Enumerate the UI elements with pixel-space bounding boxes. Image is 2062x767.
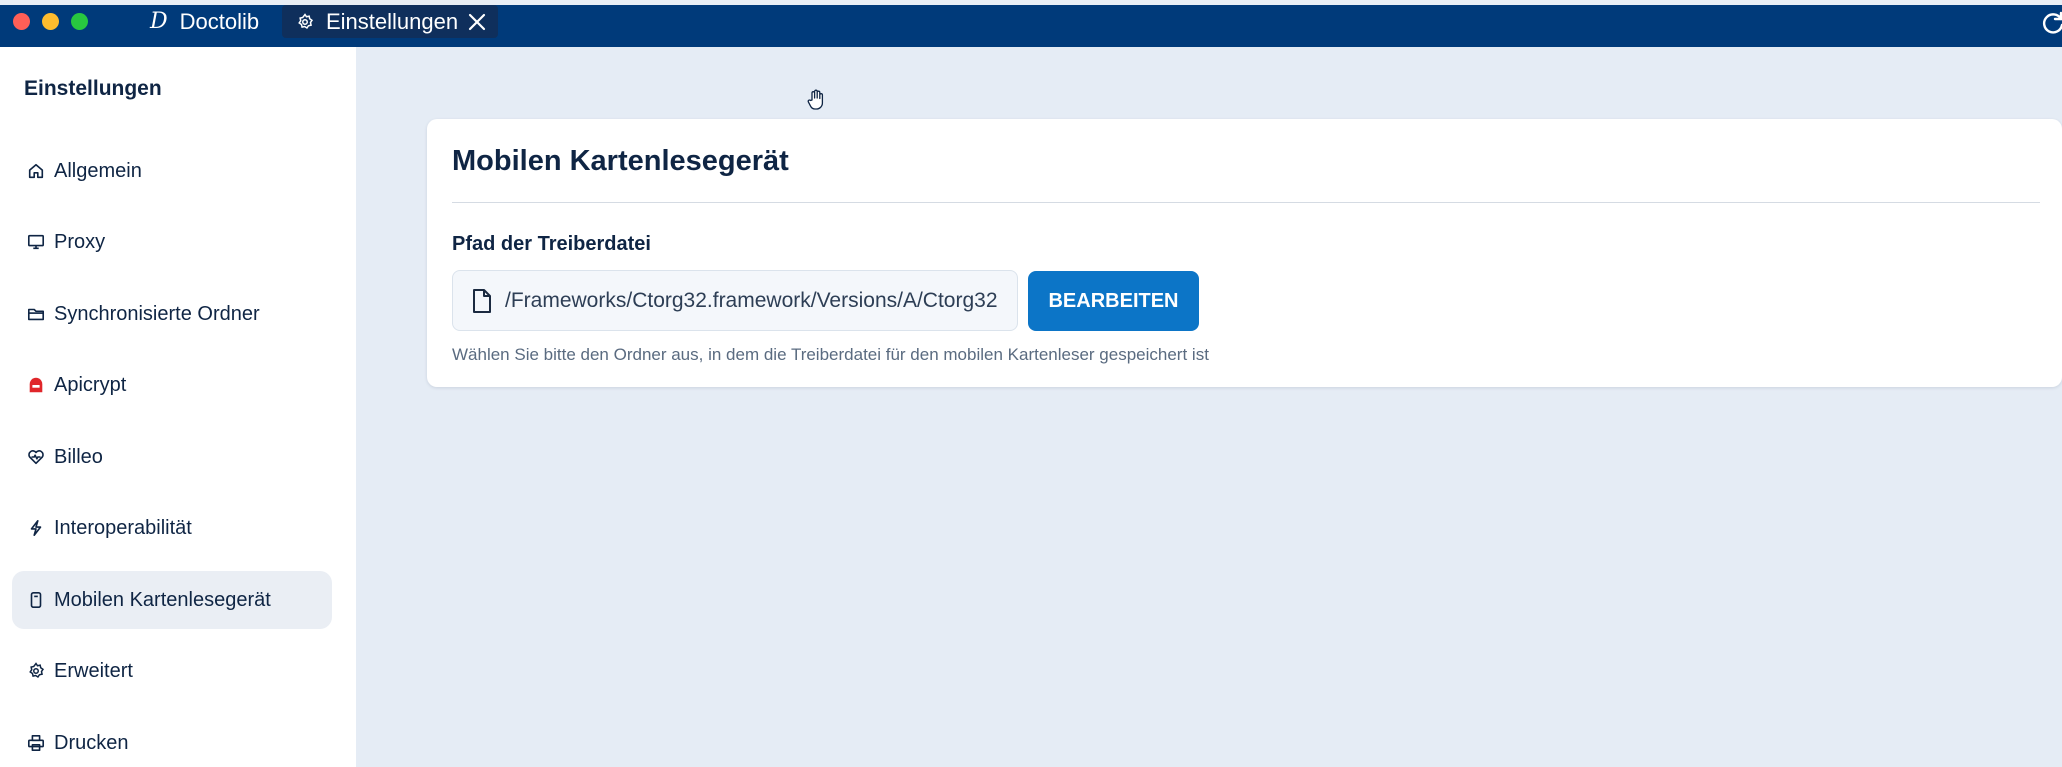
sidebar-item-label: Mobilen Kartenlesegerät xyxy=(54,588,271,611)
card-reader-icon xyxy=(26,590,46,610)
close-tab-icon[interactable] xyxy=(466,11,488,33)
sidebar-item-label: Allgemein xyxy=(54,159,142,182)
doctolib-logo-icon: D xyxy=(150,9,168,34)
page-title: Mobilen Kartenlesegerät xyxy=(452,145,789,177)
title-bar: D Doctolib Einstellungen xyxy=(0,0,2062,47)
gear-icon xyxy=(296,12,314,31)
main-content: Mobilen Kartenlesegerät Pfad der Treiber… xyxy=(356,47,2062,767)
lightning-icon xyxy=(26,518,46,538)
printer-icon xyxy=(26,733,46,753)
hand-cursor-icon xyxy=(806,89,826,111)
sidebar-item-label: Proxy xyxy=(54,230,106,253)
sidebar-item-label: Erweitert xyxy=(54,659,133,682)
sidebar-item-label: Billeo xyxy=(54,445,103,468)
reload-icon[interactable] xyxy=(2040,10,2062,36)
driver-path-value: Frameworks/Ctorg32.framework/Versions/A/… xyxy=(505,288,998,312)
sidebar-item-synchronisierte-ordner[interactable]: Synchronisierte Ordner xyxy=(12,285,332,343)
sidebar-item-billeo[interactable]: Billeo xyxy=(12,428,332,486)
apicrypt-icon xyxy=(26,375,46,395)
tab-doctolib-label: Doctolib xyxy=(179,8,260,34)
tab-doctolib[interactable]: D Doctolib xyxy=(150,5,259,38)
sidebar-item-interoperabilitaet[interactable]: Interoperabilität xyxy=(12,499,332,557)
sidebar-item-label: Interoperabilität xyxy=(54,516,192,539)
tab-settings[interactable]: Einstellungen xyxy=(282,5,498,38)
sidebar-item-label: Synchronisierte Ordner xyxy=(54,302,260,325)
sidebar-item-drucken[interactable]: Drucken xyxy=(12,714,332,767)
driver-path-field[interactable]: Frameworks/Ctorg32.framework/Versions/A/… xyxy=(452,270,1018,331)
sidebar-item-apicrypt[interactable]: Apicrypt xyxy=(12,356,332,414)
sidebar-item-label: Drucken xyxy=(54,731,129,754)
file-icon xyxy=(471,288,493,314)
sidebar-item-erweitert[interactable]: Erweitert xyxy=(12,642,332,700)
sidebar-title: Einstellungen xyxy=(24,77,162,100)
zoom-window-button[interactable] xyxy=(71,13,88,30)
gear-icon xyxy=(26,661,46,681)
driver-path-help-text: Wählen Sie bitte den Ordner aus, in dem … xyxy=(452,345,1209,364)
sidebar-item-label: Apicrypt xyxy=(54,373,127,396)
monitor-icon xyxy=(26,232,46,252)
divider xyxy=(452,202,2040,203)
minimize-window-button[interactable] xyxy=(42,13,59,30)
card-reader-settings-card: Mobilen Kartenlesegerät Pfad der Treiber… xyxy=(427,119,2062,387)
edit-button[interactable]: BEARBEITEN xyxy=(1028,271,1199,331)
app-window: D Doctolib Einstellungen Einstellungen A… xyxy=(0,0,2062,767)
sidebar-item-mobilen-kartenlesegeraet[interactable]: Mobilen Kartenlesegerät xyxy=(12,571,332,629)
sidebar-item-allgemein[interactable]: Allgemein xyxy=(12,142,332,200)
tab-settings-label: Einstellungen xyxy=(326,8,459,34)
heart-icon xyxy=(26,447,46,467)
sidebar-item-proxy[interactable]: Proxy xyxy=(12,213,332,271)
driver-path-label: Pfad der Treiberdatei xyxy=(452,233,651,255)
home-icon xyxy=(26,161,46,181)
close-window-button[interactable] xyxy=(13,13,30,30)
settings-sidebar: Einstellungen Allgemein Proxy Synchronis… xyxy=(0,47,356,767)
folder-icon xyxy=(26,304,46,324)
